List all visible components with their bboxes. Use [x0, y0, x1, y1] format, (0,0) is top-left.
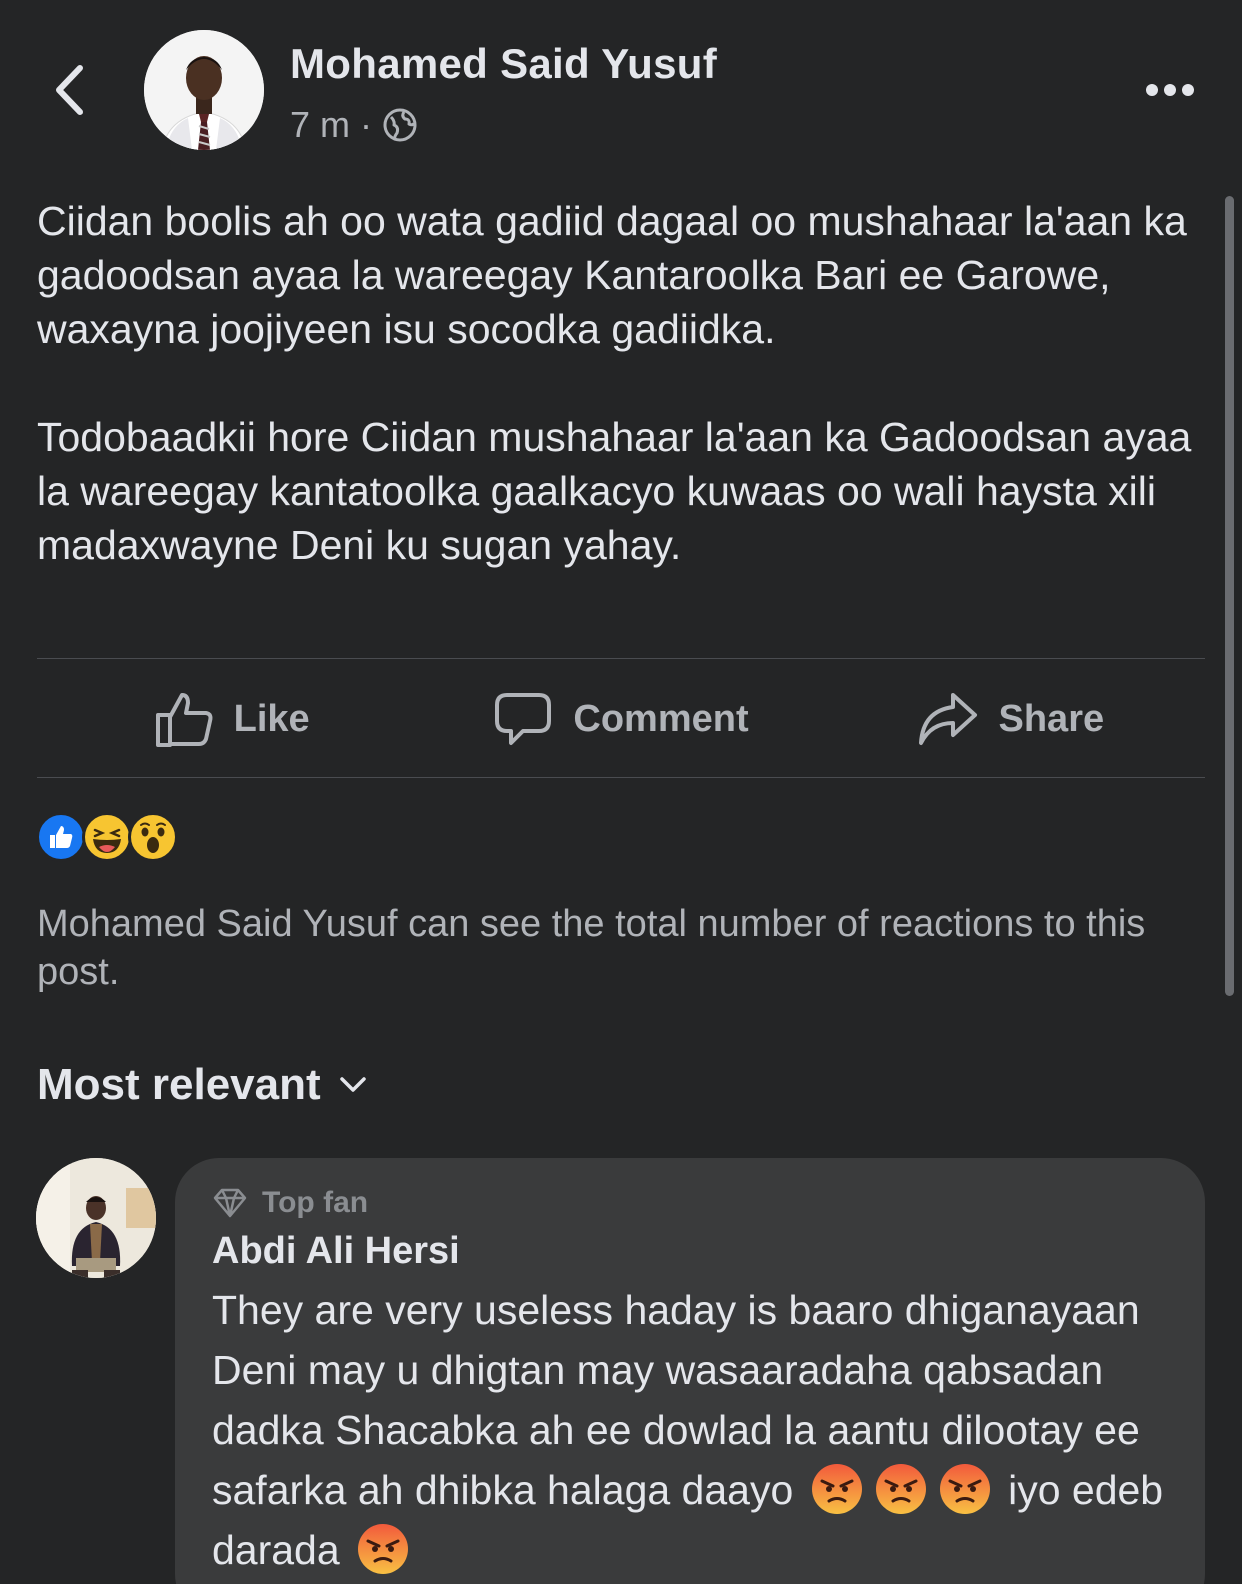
comment-icon [495, 693, 552, 745]
comment-sort-dropdown[interactable]: Most relevant [37, 1060, 367, 1110]
top-fan-badge: Top fan [212, 1186, 368, 1220]
comment-label: Comment [573, 697, 749, 740]
share-icon [918, 693, 977, 745]
sort-label: Most relevant [37, 1060, 321, 1109]
like-reaction-icon [36, 812, 86, 862]
comment-text: They are very useless haday is baaro dhi… [212, 1280, 1187, 1580]
diamond-icon [213, 1188, 247, 1218]
back-button[interactable] [44, 60, 94, 120]
chevron-down-icon [339, 1077, 366, 1092]
scrollbar[interactable] [1225, 196, 1234, 996]
post-time[interactable]: 7 m [290, 104, 350, 146]
like-button[interactable]: Like [37, 660, 426, 778]
post-paragraph: Ciidan boolis ah oo wata gadiid dagaal o… [37, 198, 1199, 352]
commenter-avatar[interactable] [36, 1158, 156, 1278]
post-paragraph: Todobaadkii hore Ciidan mushahaar la'aan… [37, 414, 1203, 568]
meta-separator: · [360, 104, 373, 145]
haha-reaction-icon [82, 812, 132, 862]
comment-text-part: They are very useless haday is baaro dhi… [212, 1287, 1140, 1513]
chevron-left-icon [56, 65, 83, 115]
angry-emoji-icon [875, 1464, 926, 1515]
post-actions: Like Comment Share [37, 660, 1205, 778]
share-button[interactable]: Share [816, 660, 1205, 778]
post-page: Mohamed Said Yusuf 7 m · Ciidan boolis a… [0, 0, 1242, 1584]
comment-button[interactable]: Comment [426, 660, 815, 778]
like-label: Like [233, 697, 310, 740]
angry-emoji-icon [358, 1524, 409, 1575]
thumbs-up-icon [155, 693, 213, 747]
globe-icon [383, 108, 417, 142]
share-label: Share [998, 697, 1105, 740]
commenter-name[interactable]: Abdi Ali Hersi [212, 1230, 460, 1273]
reactions-summary[interactable] [36, 812, 178, 864]
top-fan-label: Top fan [262, 1186, 369, 1219]
more-options-button[interactable] [1142, 76, 1198, 104]
angry-emoji-icon [811, 1464, 862, 1515]
more-horizontal-icon [1146, 84, 1194, 96]
divider [37, 658, 1205, 659]
reactions-note: Mohamed Said Yusuf can see the total num… [37, 903, 1146, 993]
angry-emoji-icon [939, 1464, 990, 1515]
author-name[interactable]: Mohamed Said Yusuf [290, 40, 717, 88]
divider [37, 777, 1205, 778]
author-avatar[interactable] [144, 30, 264, 150]
post-text: Ciidan boolis ah oo wata gadiid dagaal o… [37, 194, 1207, 572]
wow-reaction-icon [128, 812, 178, 862]
post-meta: 7 m · [290, 104, 418, 146]
